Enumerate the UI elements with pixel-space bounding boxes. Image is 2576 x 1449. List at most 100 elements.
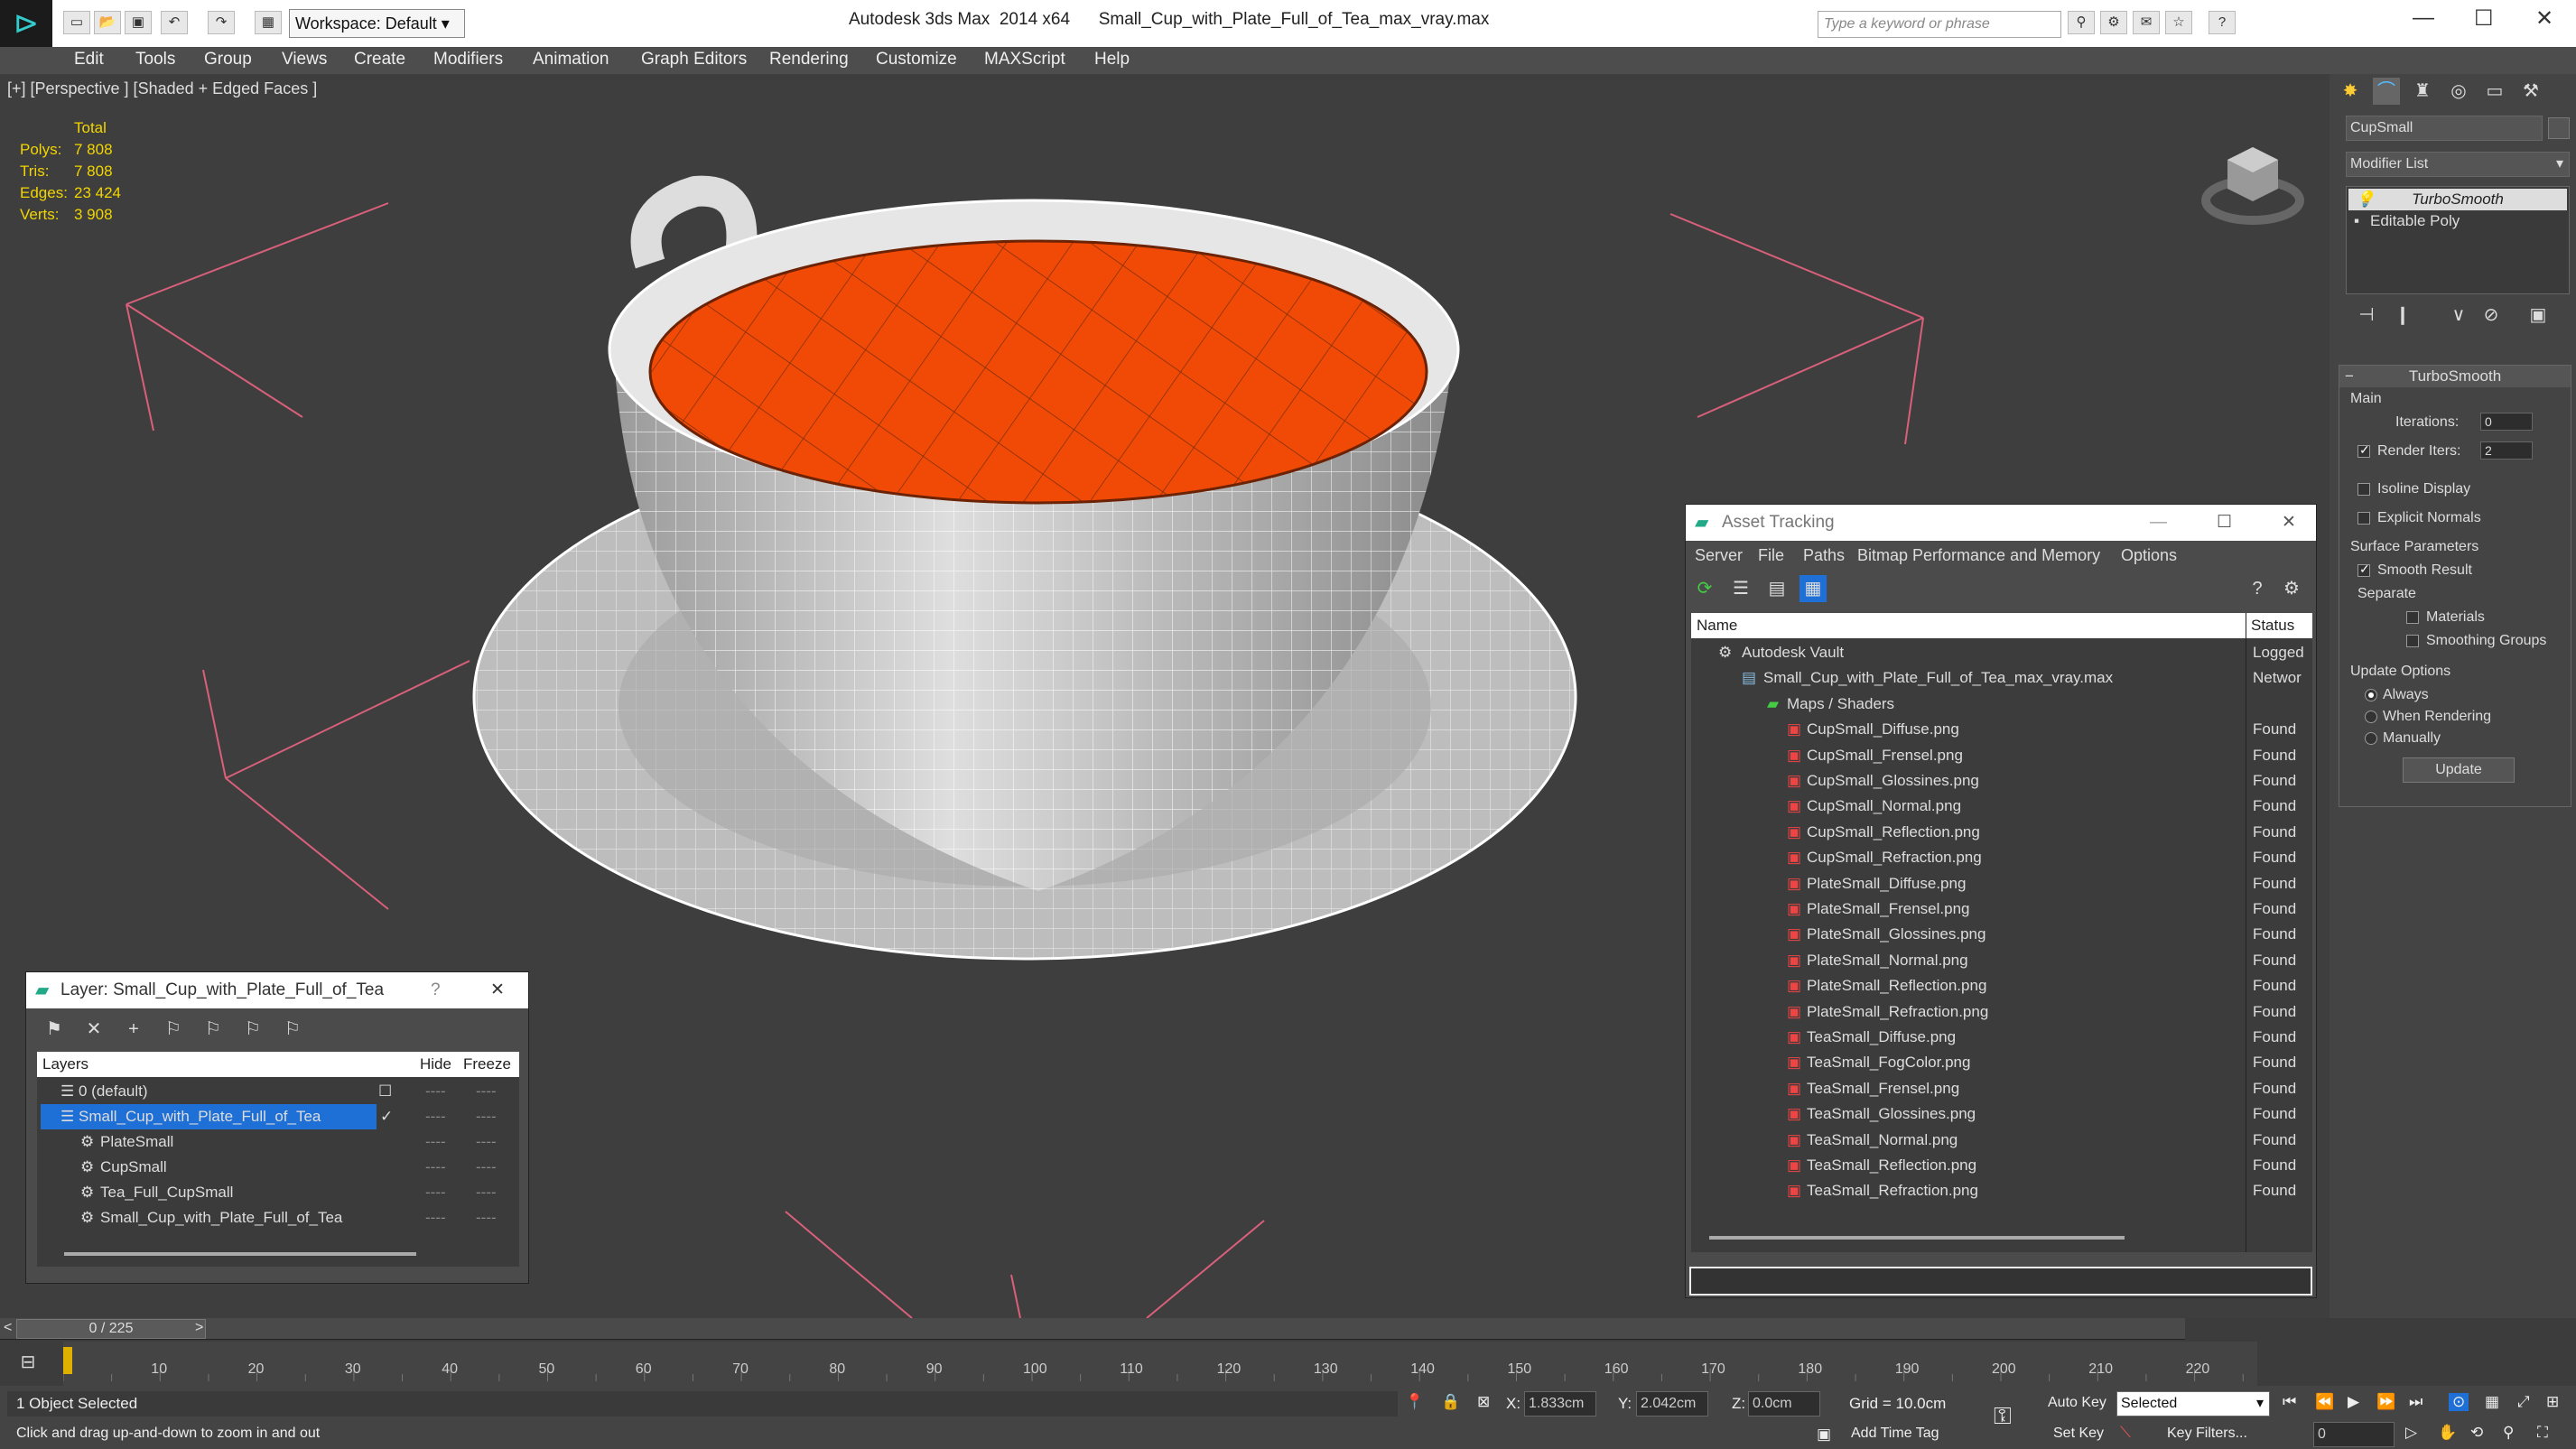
modifier-list-dropdown[interactable]: Modifier List ▾ (2346, 152, 2570, 177)
hide-toggle[interactable]: ---- (425, 1180, 446, 1205)
rollout-header[interactable]: − TurboSmooth (2339, 366, 2571, 387)
smooth-result-checkbox[interactable] (2357, 562, 2370, 577)
modify-tab-icon[interactable]: ⌒ (2373, 78, 2400, 105)
menu-customize[interactable]: Customize (876, 50, 957, 70)
when-rendering-radio[interactable] (2365, 711, 2377, 723)
motion-tab-icon[interactable]: ◎ (2445, 78, 2472, 105)
zoom-extents-icon[interactable]: ▦ (2485, 1393, 2499, 1411)
field-of-view-icon[interactable]: ▷ (2405, 1424, 2417, 1442)
current-layer-check-icon[interactable]: ✓ (380, 1104, 393, 1129)
layer-row[interactable]: ⚙ PlateSmall ---- ---- (37, 1129, 519, 1155)
redo-icon[interactable]: ↷ (208, 11, 235, 34)
asset-row[interactable]: ▣ PlateSmall_Glossines.png Found (1691, 922, 2312, 947)
zoom-region-icon[interactable]: ⤢ (2517, 1393, 2530, 1411)
menu-bitmap-performance[interactable]: Bitmap Performance and Memory (1857, 541, 2100, 570)
key-mode-dropdown[interactable]: Selected ▾ (2116, 1391, 2270, 1416)
maximize-icon[interactable]: ☐ (2217, 505, 2232, 541)
asset-row[interactable]: ▣ PlateSmall_Diffuse.png Found (1691, 871, 2312, 896)
menu-maxscript[interactable]: MAXScript (984, 50, 1065, 70)
layer-row[interactable]: ⚙ Tea_Full_CupSmall ---- ---- (37, 1180, 519, 1205)
hide-toggle[interactable]: ---- (425, 1129, 446, 1155)
freeze-all-icon[interactable]: ⚐ (279, 1016, 306, 1043)
smoothing-groups-checkbox[interactable] (2406, 635, 2419, 647)
asset-row[interactable]: ▣ CupSmall_Frensel.png Found (1691, 743, 2312, 768)
undo-icon[interactable]: ↶ (161, 11, 188, 34)
new-file-icon[interactable]: ▭ (63, 11, 90, 34)
layer-window-titlebar[interactable]: ▰ Layer: Small_Cup_with_Plate_Full_of_Te… (26, 972, 528, 1008)
mini-curve-editor-icon[interactable]: ⊟ (14, 1349, 42, 1376)
menu-group[interactable]: Group (204, 50, 252, 70)
make-unique-icon[interactable]: ∨ (2445, 302, 2472, 329)
workspace-dropdown[interactable]: Workspace: Default ▾ (289, 9, 465, 38)
go-to-end-icon[interactable]: ⏭ (2409, 1393, 2423, 1411)
set-key-button[interactable]: Set Key (2053, 1426, 2104, 1442)
viewport-label[interactable]: [+] [Perspective ] [Shaded + Edged Faces… (7, 79, 317, 98)
expand-icon[interactable]: ▪ (2354, 210, 2359, 232)
col-freeze[interactable]: Freeze (463, 1052, 511, 1077)
binoculars-icon[interactable]: ⚲ (2068, 11, 2095, 34)
asset-row[interactable]: ▣ TeaSmall_Frensel.png Found (1691, 1076, 2312, 1101)
close-icon[interactable]: ✕ (2535, 5, 2553, 32)
show-end-result-icon[interactable]: ❙ (2389, 302, 2416, 329)
hide-toggle[interactable]: ---- (425, 1079, 446, 1104)
time-tag-icon[interactable]: ▣ (1817, 1426, 1831, 1444)
asset-row[interactable]: ▣ CupSmall_Normal.png Found (1691, 794, 2312, 819)
always-radio[interactable] (2365, 689, 2377, 701)
maximize-icon[interactable]: ☐ (2474, 5, 2494, 32)
asset-row[interactable]: ▣ CupSmall_Refraction.png Found (1691, 845, 2312, 870)
col-hide[interactable]: Hide (420, 1052, 451, 1077)
next-frame-icon[interactable]: > (195, 1320, 203, 1336)
select-objects-icon[interactable]: ⚐ (160, 1016, 187, 1043)
horizontal-scrollbar[interactable] (64, 1252, 416, 1256)
asset-row[interactable]: ▣ PlateSmall_Frensel.png Found (1691, 896, 2312, 922)
stack-item-turbosmooth[interactable]: 💡 TurboSmooth (2348, 189, 2567, 210)
close-icon[interactable]: ✕ (2282, 505, 2296, 541)
asset-row[interactable]: ▣ TeaSmall_Normal.png Found (1691, 1128, 2312, 1153)
minimize-icon[interactable]: — (2413, 5, 2434, 31)
freeze-toggle[interactable]: ---- (476, 1155, 497, 1180)
col-name[interactable]: Name (1697, 613, 1737, 638)
utilities-tab-icon[interactable]: ⚒ (2517, 78, 2544, 105)
add-to-layer-icon[interactable]: + (120, 1016, 147, 1043)
manually-radio[interactable] (2365, 732, 2377, 745)
menu-tools[interactable]: Tools (135, 50, 175, 70)
auto-key-button[interactable]: Auto Key (2048, 1395, 2106, 1411)
prev-key-icon[interactable]: ⏪ (2315, 1393, 2334, 1411)
pin-stack-icon[interactable]: ⊣ (2353, 302, 2380, 329)
communication-icon[interactable]: ✉ (2133, 11, 2160, 34)
menu-create[interactable]: Create (354, 50, 405, 70)
remove-modifier-icon[interactable]: ⊘ (2478, 302, 2505, 329)
asset-row[interactable]: ⚙ Autodesk Vault Logged (1691, 640, 2312, 665)
new-layer-icon[interactable]: ⚑ (41, 1016, 68, 1043)
iterations-spinner[interactable]: 0 (2480, 413, 2533, 431)
materials-checkbox[interactable] (2406, 611, 2419, 624)
transform-mode-icon[interactable]: ⊠ (1477, 1393, 1490, 1411)
refresh-icon[interactable]: ⟳ (1691, 575, 1718, 602)
key-filters-icon[interactable]: ⟍ (2120, 1424, 2131, 1442)
freeze-toggle[interactable]: ---- (476, 1180, 497, 1205)
set-key-icon[interactable]: ⚿ (1994, 1402, 2012, 1431)
highlight-layer-icon[interactable]: ⚐ (200, 1016, 227, 1043)
search-input[interactable]: Type a keyword or phrase (1818, 11, 2061, 38)
asset-row[interactable]: ▣ PlateSmall_Normal.png Found (1691, 948, 2312, 973)
x-coordinate-field[interactable]: 1.833cm (1524, 1391, 1596, 1416)
open-file-icon[interactable]: 📂 (94, 11, 121, 34)
asset-row[interactable]: ▣ TeaSmall_Refraction.png Found (1691, 1178, 2312, 1203)
hierarchy-tab-icon[interactable]: ♜ (2409, 78, 2436, 105)
zoom-icon[interactable]: ⚲ (2503, 1424, 2514, 1442)
asset-row[interactable]: ▣ TeaSmall_Diffuse.png Found (1691, 1025, 2312, 1050)
checkbox-icon[interactable]: ☐ (378, 1079, 392, 1104)
pan-icon[interactable]: ✋ (2438, 1424, 2457, 1442)
asset-row[interactable]: ▰ Maps / Shaders (1691, 692, 2312, 717)
menu-animation[interactable]: Animation (533, 50, 609, 70)
hide-toggle[interactable]: ---- (425, 1155, 446, 1180)
add-time-tag[interactable]: Add Time Tag (1851, 1426, 1939, 1442)
play-icon[interactable]: ▶ (2348, 1393, 2359, 1411)
asset-row[interactable]: ▣ TeaSmall_FogColor.png Found (1691, 1050, 2312, 1075)
render-iters-checkbox[interactable] (2357, 442, 2370, 458)
app-logo-icon[interactable]: ⊳ (0, 0, 52, 47)
asset-window-titlebar[interactable]: ▰ Asset Tracking — ☐ ✕ (1686, 505, 2316, 541)
table-view-icon[interactable]: ▦ (1799, 575, 1827, 602)
z-coordinate-field[interactable]: 0.0cm (1748, 1391, 1820, 1416)
time-slider[interactable]: < 0 / 225 > (0, 1318, 2185, 1340)
